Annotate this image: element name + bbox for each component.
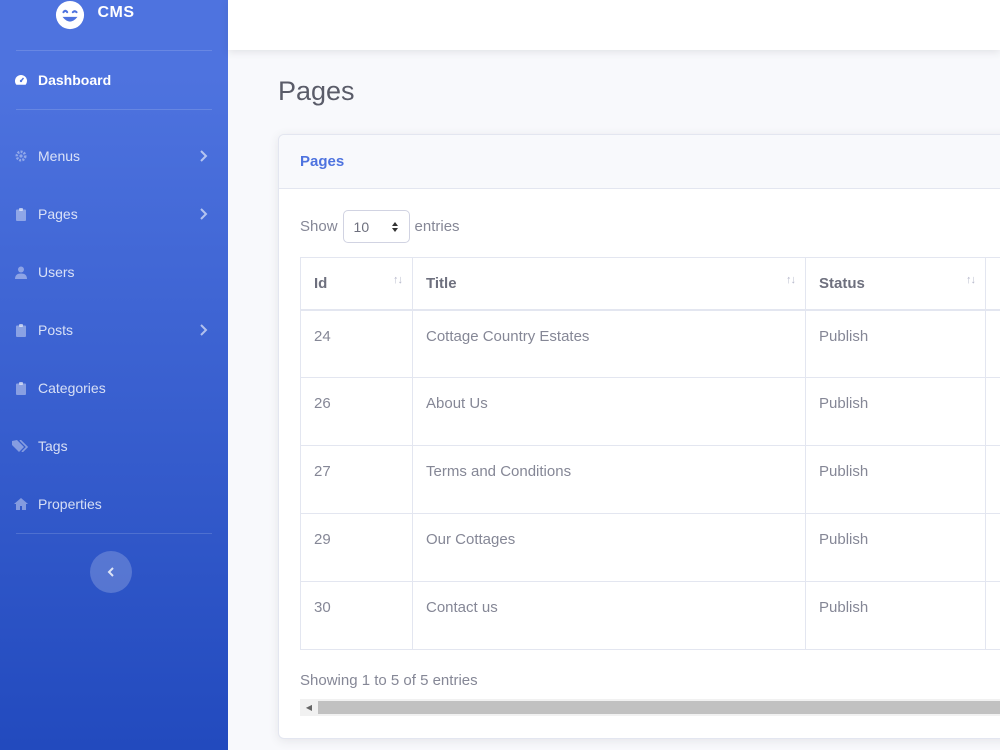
sidebar-item-categories[interactable]: Categories <box>0 359 228 417</box>
tachometer-icon <box>12 73 30 87</box>
table-header-row: Id ↑↓ Title ↑↓ Status ↑↓ <box>300 257 1000 311</box>
sort-icon: ↑↓ <box>786 274 796 286</box>
topbar <box>228 0 1000 50</box>
sidebar-divider <box>16 533 212 534</box>
sidebar-item-label: Categories <box>38 380 106 396</box>
sidebar-item-dashboard[interactable]: Dashboard <box>0 51 228 109</box>
cell-truncated <box>985 581 1000 650</box>
page-length-value: 10 <box>353 218 370 235</box>
cell-id: 29 <box>300 513 413 582</box>
cell-title: About Us <box>412 377 806 446</box>
sidebar-item-posts[interactable]: Posts <box>0 301 228 359</box>
table-row[interactable]: 24 Cottage Country Estates Publish <box>300 309 1000 378</box>
sidebar-item-label: Users <box>38 264 75 280</box>
column-header-label: Status <box>819 274 865 292</box>
show-label: Show <box>300 218 338 235</box>
page-title: Pages <box>278 76 355 106</box>
user-icon <box>12 265 30 279</box>
clipboard-icon <box>12 323 30 337</box>
column-header-label: Title <box>426 274 457 292</box>
cell-truncated <box>985 513 1000 582</box>
sidebar-item-label: Tags <box>38 438 68 454</box>
cell-status: Publish <box>805 581 986 650</box>
cell-truncated <box>985 445 1000 514</box>
sidebar-toggle-button[interactable] <box>90 551 132 593</box>
chevron-right-icon <box>200 208 208 220</box>
scrollbar-thumb[interactable] <box>318 701 1000 714</box>
cell-status: Publish <box>805 309 986 378</box>
table-row[interactable]: 30 Contact us Publish <box>300 581 1000 650</box>
table-row[interactable]: 29 Our Cottages Publish <box>300 513 1000 582</box>
cell-truncated <box>985 309 1000 378</box>
home-icon <box>12 497 30 511</box>
sidebar-item-pages[interactable]: Pages <box>0 185 228 243</box>
table-row[interactable]: 26 About Us Publish <box>300 377 1000 446</box>
card-header: Pages <box>279 135 1000 189</box>
cell-id: 26 <box>300 377 413 446</box>
sidebar-item-tags[interactable]: Tags <box>0 417 228 475</box>
page-length-select[interactable]: 10 <box>342 210 410 243</box>
cell-title: Our Cottages <box>412 513 806 582</box>
column-header-status[interactable]: Status ↑↓ <box>805 257 986 311</box>
sort-icon: ↑↓ <box>966 274 976 286</box>
page-length-control: Show 10 entries <box>300 210 460 243</box>
sidebar-item-label: Posts <box>38 322 74 338</box>
chevron-left-icon <box>107 567 114 577</box>
table-row[interactable]: 27 Terms and Conditions Publish <box>300 445 1000 514</box>
cog-icon <box>12 149 30 163</box>
cell-truncated <box>985 377 1000 446</box>
sidebar-item-label: Pages <box>38 206 78 222</box>
cell-id: 24 <box>300 309 413 378</box>
clipboard-icon <box>12 207 30 221</box>
brand[interactable]: CMS <box>0 0 228 50</box>
clipboard-icon <box>12 381 30 395</box>
laugh-wink-icon <box>56 0 85 30</box>
sidebar-item-label: Dashboard <box>38 72 112 88</box>
sidebar-item-label: Menus <box>38 148 81 164</box>
pages-card: Pages Show 10 entries Id ↑↓ Title ↑↓ Sta… <box>278 134 1000 739</box>
cell-status: Publish <box>805 513 986 582</box>
chevron-right-icon <box>200 324 208 336</box>
cell-status: Publish <box>805 445 986 514</box>
table-info: Showing 1 to 5 of 5 entries <box>300 672 478 689</box>
column-header-title[interactable]: Title ↑↓ <box>412 257 806 311</box>
entries-label: entries <box>414 218 460 235</box>
column-header-label: Id <box>314 274 328 292</box>
cell-status: Publish <box>805 377 986 446</box>
sidebar-item-users[interactable]: Users <box>0 243 228 301</box>
pages-table: Id ↑↓ Title ↑↓ Status ↑↓ 24 Cottage Coun… <box>300 257 1000 650</box>
cell-id: 27 <box>300 445 413 514</box>
column-header-id[interactable]: Id ↑↓ <box>300 257 413 311</box>
sidebar-item-properties[interactable]: Properties <box>0 475 228 533</box>
sidebar: CMS Dashboard Menus Pages Users Posts Ca… <box>0 0 228 750</box>
column-header-truncated[interactable] <box>985 257 1000 311</box>
tags-icon <box>12 439 30 453</box>
horizontal-scrollbar[interactable]: ◀ <box>300 699 1000 716</box>
sort-arrows-icon <box>391 222 398 232</box>
sidebar-item-label: Properties <box>38 496 102 512</box>
cell-id: 30 <box>300 581 413 650</box>
sidebar-item-menus[interactable]: Menus <box>0 127 228 185</box>
brand-name: CMS <box>97 4 135 21</box>
scroll-left-icon[interactable]: ◀ <box>300 703 318 712</box>
chevron-right-icon <box>200 150 208 162</box>
cell-title: Contact us <box>412 581 806 650</box>
cell-title: Terms and Conditions <box>412 445 806 514</box>
cell-title: Cottage Country Estates <box>412 309 806 378</box>
sort-icon: ↑↓ <box>393 274 403 286</box>
